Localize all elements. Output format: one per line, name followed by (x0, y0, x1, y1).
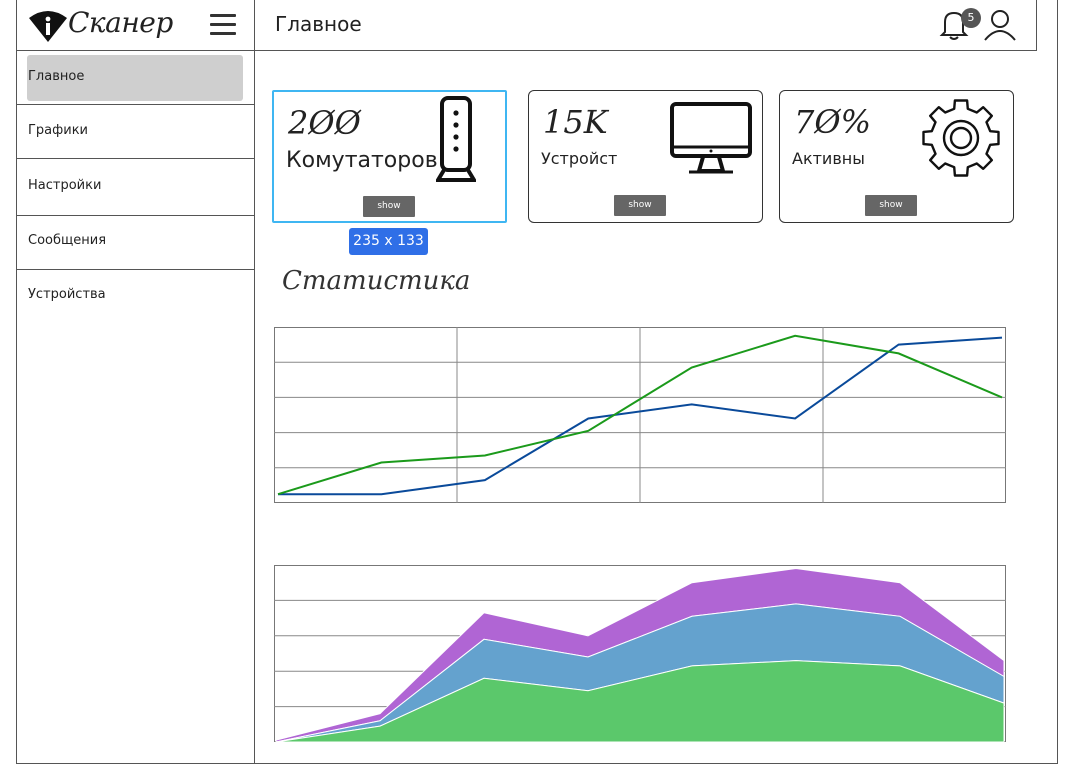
card-value: 15K (543, 103, 608, 141)
sidebar: Сканер Главное Графики Настройки Сообщен… (16, 0, 255, 764)
sidebar-item-messages[interactable]: Сообщения (16, 216, 254, 270)
sidebar-item-label: Настройки (28, 178, 102, 193)
sidebar-item-settings[interactable]: Настройки (16, 159, 254, 216)
card-value: 7Ø% (794, 103, 871, 141)
show-button[interactable]: show (363, 196, 415, 217)
show-button[interactable]: show (614, 195, 666, 216)
card-active[interactable]: 7Ø% Активны show (779, 90, 1014, 223)
router-icon (436, 96, 476, 182)
card-label: Активны (792, 149, 865, 168)
card-switches[interactable]: 2ØØ Комутаторов show (272, 90, 507, 223)
page-title: Главное (275, 12, 362, 36)
section-title: Статистика (282, 266, 471, 296)
app-name: Сканер (68, 6, 173, 39)
menu-icon[interactable] (210, 14, 236, 36)
sidebar-item-main[interactable]: Главное (16, 51, 254, 105)
sidebar-item-label: Главное (28, 69, 85, 84)
card-label: Устройст (541, 149, 618, 168)
show-button[interactable]: show (865, 195, 917, 216)
area-chart (274, 565, 1006, 742)
line-chart (274, 327, 1006, 503)
sidebar-item-charts[interactable]: Графики (16, 105, 254, 159)
user-icon[interactable] (983, 8, 1017, 42)
card-value: 2ØØ (288, 104, 361, 142)
card-devices[interactable]: 15K Устройст show (528, 90, 763, 223)
sidebar-item-devices[interactable]: Устройства (16, 270, 254, 320)
sidebar-item-label: Устройства (28, 287, 106, 302)
gear-icon (922, 99, 1000, 177)
selection-size-tooltip: 235 x 133 (349, 228, 428, 255)
sidebar-item-label: Сообщения (28, 233, 107, 248)
notification-badge: 5 (961, 8, 981, 28)
monitor-icon (670, 102, 752, 174)
brand: Сканер (16, 0, 255, 51)
wifi-info-icon (29, 11, 67, 42)
card-label: Комутаторов (286, 148, 438, 173)
sidebar-item-label: Графики (28, 123, 89, 138)
header: Главное 5 (255, 0, 1037, 51)
